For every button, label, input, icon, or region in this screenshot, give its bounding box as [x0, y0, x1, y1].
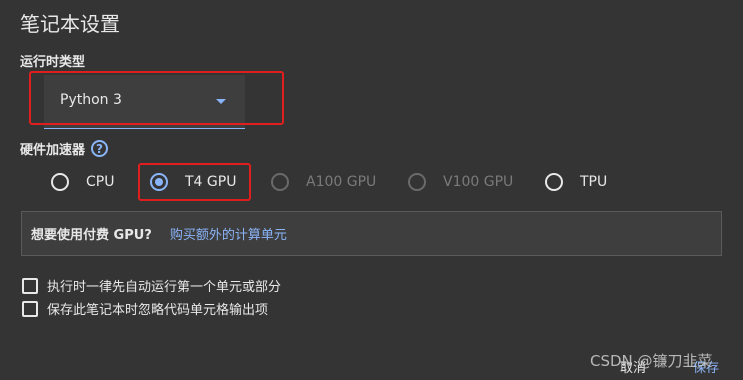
- radio-button[interactable]: [51, 173, 69, 191]
- option-auto-run-first-cell[interactable]: 执行时一律先自动运行第一个单元或部分: [22, 276, 281, 295]
- help-icon[interactable]: ?: [91, 140, 109, 157]
- radio-button: [408, 173, 426, 191]
- accelerator-option-tpu[interactable]: TPU: [545, 173, 607, 191]
- runtime-type-label: 运行时类型: [20, 55, 86, 70]
- hardware-accelerator-label: 硬件加速器: [20, 143, 86, 158]
- checkbox[interactable]: [22, 300, 38, 317]
- promo-text: 想要使用付费 GPU?: [31, 228, 152, 243]
- watermark: CSDN @镰刀韭菜: [590, 352, 713, 370]
- highlight-box-t4-gpu: [138, 163, 251, 201]
- highlight-box-runtime: [29, 71, 284, 125]
- buy-compute-units-link[interactable]: 购买额外的计算单元: [170, 224, 287, 243]
- hardware-accelerator-label-row: 硬件加速器 ?: [20, 139, 109, 158]
- radio-button[interactable]: [545, 173, 563, 191]
- accelerator-option-a100-gpu: A100 GPU: [271, 173, 376, 191]
- accelerator-option-cpu[interactable]: CPU: [51, 173, 114, 191]
- dialog-title: 笔记本设置: [20, 12, 120, 36]
- checkbox-label: 执行时一律先自动运行第一个单元或部分: [47, 280, 282, 295]
- radio-button: [271, 173, 289, 191]
- radio-label: CPU: [86, 174, 115, 190]
- radio-label: A100 GPU: [306, 174, 377, 190]
- radio-label: V100 GPU: [443, 174, 514, 190]
- radio-label: TPU: [580, 174, 608, 190]
- accelerator-option-v100-gpu: V100 GPU: [408, 173, 513, 191]
- checkbox[interactable]: [22, 277, 38, 294]
- checkbox-label: 保存此笔记本时忽略代码单元格输出项: [47, 303, 269, 318]
- paid-gpu-promo: 想要使用付费 GPU? 购买额外的计算单元: [21, 211, 722, 256]
- option-omit-code-output[interactable]: 保存此笔记本时忽略代码单元格输出项: [22, 299, 268, 318]
